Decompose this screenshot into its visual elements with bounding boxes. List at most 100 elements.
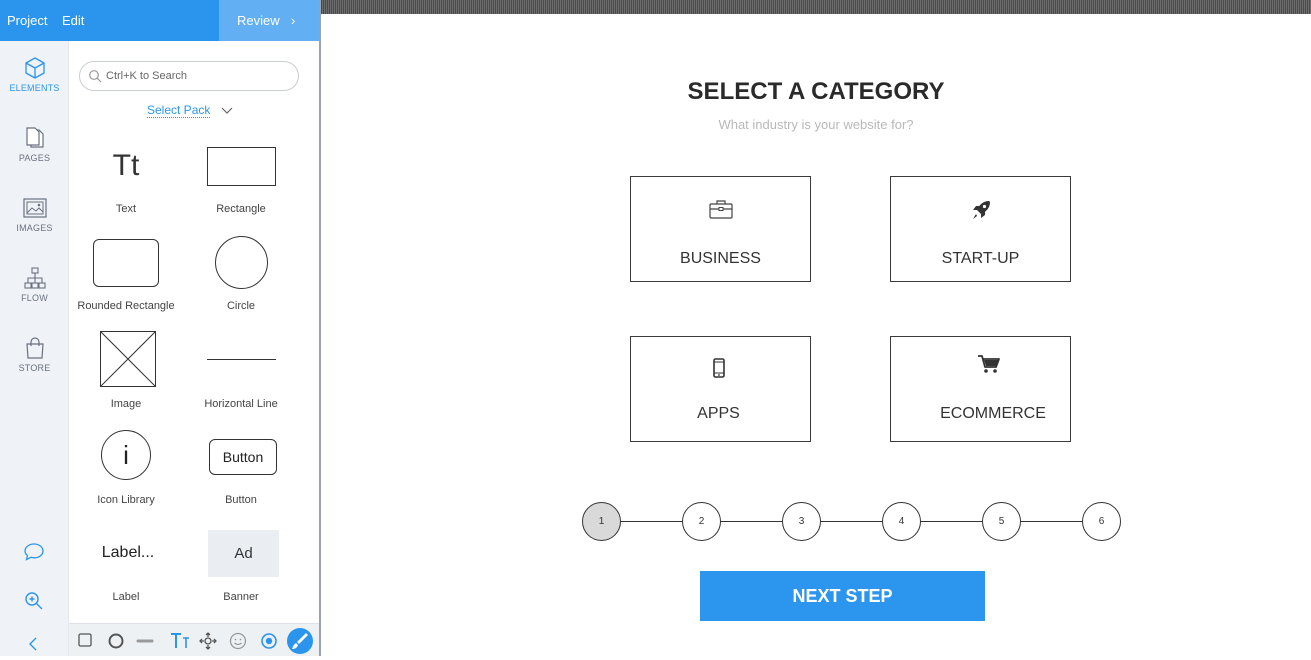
square-tool[interactable]: [74, 624, 98, 657]
rail-label-elements: ELEMENTS: [9, 83, 60, 93]
collapse-icon[interactable]: [23, 633, 45, 655]
rail-item-flow[interactable]: FLOW: [0, 266, 69, 303]
move-icon: [199, 632, 217, 650]
category-label: START-UP: [941, 250, 1020, 267]
rounded-rectangle-icon: [93, 239, 159, 287]
elements-panel: Select Pack Tt Text Rectangle Rounded Re…: [69, 41, 319, 623]
line-icon: [136, 639, 154, 643]
circle-icon: [108, 633, 124, 649]
element-caption: Rounded Rectangle: [77, 300, 175, 312]
element-horizontal-line[interactable]: Horizontal Line: [184, 331, 298, 411]
search-input[interactable]: [106, 68, 286, 84]
circle-icon: [215, 236, 268, 289]
edit-menu[interactable]: Edit: [62, 0, 84, 41]
step-3[interactable]: 3: [782, 502, 821, 541]
line-tool[interactable]: [133, 624, 157, 657]
chevron-down-icon: [221, 107, 233, 114]
button-icon: Button: [209, 439, 277, 475]
element-banner[interactable]: Ad Banner: [184, 528, 298, 608]
target-tool[interactable]: [257, 624, 281, 657]
step-2[interactable]: 2: [682, 502, 721, 541]
text-tool[interactable]: [166, 624, 190, 657]
search-box[interactable]: [79, 61, 299, 91]
banner-icon: Ad: [208, 530, 279, 577]
category-startup[interactable]: START-UP: [890, 176, 1071, 282]
cart-icon: [891, 353, 1086, 380]
project-menu[interactable]: Project: [7, 0, 47, 41]
next-step-button[interactable]: NEXT STEP: [700, 571, 985, 621]
search-icon: [89, 70, 102, 83]
rail-item-pages[interactable]: PAGES: [0, 126, 69, 163]
element-rounded-rectangle[interactable]: Rounded Rectangle: [69, 236, 183, 316]
element-label[interactable]: Label... Label: [69, 528, 183, 608]
rail-label-store: STORE: [18, 363, 51, 373]
element-caption: Label: [112, 591, 140, 603]
review-button[interactable]: Review ›: [219, 0, 320, 41]
element-caption: Button: [225, 494, 257, 506]
element-text[interactable]: Tt Text: [69, 141, 183, 221]
mobile-icon: [631, 357, 806, 384]
element-icon-library[interactable]: i Icon Library: [69, 429, 183, 509]
nav-rail: ELEMENTS PAGES IMAGES FLOW STORE: [0, 41, 69, 656]
step-4[interactable]: 4: [882, 502, 921, 541]
stepper-line: [601, 521, 1101, 522]
bottom-toolbar: [69, 623, 320, 656]
element-caption: Horizontal Line: [204, 398, 278, 410]
element-caption: Rectangle: [216, 203, 266, 215]
pages-icon: [25, 127, 44, 148]
step-5[interactable]: 5: [982, 502, 1021, 541]
target-icon: [261, 633, 277, 649]
text-icon: [171, 633, 189, 648]
review-label: Review: [237, 13, 280, 28]
rectangle-icon: [207, 147, 276, 186]
rail-label-images: IMAGES: [16, 223, 53, 233]
emoji-icon: [229, 632, 247, 650]
category-business[interactable]: BUSINESS: [630, 176, 811, 282]
rail-item-store[interactable]: STORE: [0, 336, 69, 373]
move-tool[interactable]: [196, 624, 220, 657]
category-ecommerce[interactable]: ECOMMERCE: [890, 336, 1071, 442]
element-caption: Icon Library: [97, 494, 155, 506]
element-caption: Text: [115, 203, 137, 215]
label-icon: Label...: [101, 544, 155, 561]
element-image[interactable]: Image: [69, 331, 183, 411]
top-bar: Project Edit Review ›: [0, 0, 320, 41]
chevron-right-icon: ›: [291, 13, 296, 28]
bag-icon: [25, 337, 44, 359]
text-element-icon: Tt: [112, 149, 140, 182]
rail-item-images[interactable]: IMAGES: [0, 196, 69, 233]
element-caption: Banner: [223, 591, 259, 603]
briefcase-icon: [631, 197, 810, 226]
canvas-top-strip: [321, 0, 1311, 14]
element-button[interactable]: Button Button: [184, 429, 298, 509]
flow-icon: [23, 267, 46, 289]
page-subtitle: What industry is your website for?: [718, 117, 914, 132]
info-icon: i: [101, 430, 151, 480]
brush-tool[interactable]: [287, 628, 313, 654]
brush-icon: [292, 633, 308, 649]
category-label: ECOMMERCE: [940, 405, 1046, 422]
horizontal-line-icon: [207, 359, 276, 360]
element-caption: Circle: [226, 300, 256, 312]
rail-label-flow: FLOW: [21, 293, 48, 303]
circle-tool[interactable]: [104, 624, 128, 657]
rocket-icon: [891, 197, 1070, 228]
step-6[interactable]: 6: [1082, 502, 1121, 541]
step-1[interactable]: 1: [582, 502, 621, 541]
comment-icon[interactable]: [23, 541, 45, 563]
zoom-icon[interactable]: [23, 590, 45, 612]
select-pack-dropdown[interactable]: Select Pack: [147, 103, 233, 118]
category-apps[interactable]: APPS: [630, 336, 811, 442]
cube-icon: [24, 57, 45, 79]
square-icon: [78, 633, 92, 647]
element-circle[interactable]: Circle: [184, 236, 298, 316]
rail-item-elements[interactable]: ELEMENTS: [0, 56, 69, 93]
page-title: SELECT A CATEGORY: [687, 78, 945, 105]
image-icon: [22, 198, 47, 218]
category-label: APPS: [697, 405, 740, 422]
element-rectangle[interactable]: Rectangle: [184, 141, 298, 221]
emoji-tool[interactable]: [226, 624, 250, 657]
image-placeholder-icon: [100, 331, 156, 387]
rail-label-pages: PAGES: [18, 153, 51, 163]
design-canvas: SELECT A CATEGORY What industry is your …: [321, 14, 1311, 656]
